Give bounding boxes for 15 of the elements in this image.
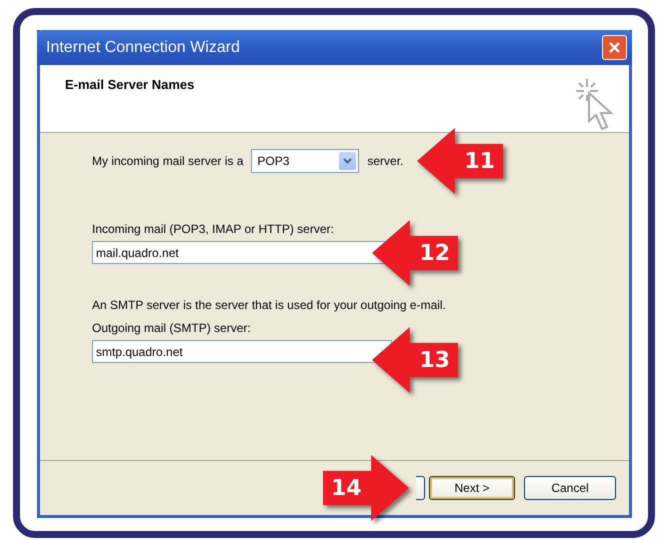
- outgoing-server-label: Outgoing mail (SMTP) server:: [92, 321, 252, 335]
- server-type-dropdown[interactable]: POP3: [251, 149, 360, 173]
- back-button[interactable]: [416, 476, 425, 500]
- incoming-server-label: Incoming mail (POP3, IMAP or HTTP) server:: [92, 222, 335, 236]
- page-title: E-mail Server Names: [65, 77, 194, 94]
- server-suffix-label: server.: [367, 154, 404, 168]
- close-button[interactable]: [602, 35, 627, 60]
- outgoing-server-field[interactable]: smtp.quadro.net: [92, 340, 392, 363]
- window-title: Internet Connection Wizard: [46, 38, 240, 56]
- cancel-button[interactable]: Cancel: [524, 476, 616, 500]
- server-type-label: My incoming mail server is a: [92, 154, 244, 168]
- smtp-description: An SMTP server is the server that is used for your outgoing e-mail.: [92, 298, 447, 312]
- next-button[interactable]: Next >: [429, 476, 515, 500]
- chevron-down-icon: [343, 158, 352, 164]
- close-icon: [608, 41, 621, 54]
